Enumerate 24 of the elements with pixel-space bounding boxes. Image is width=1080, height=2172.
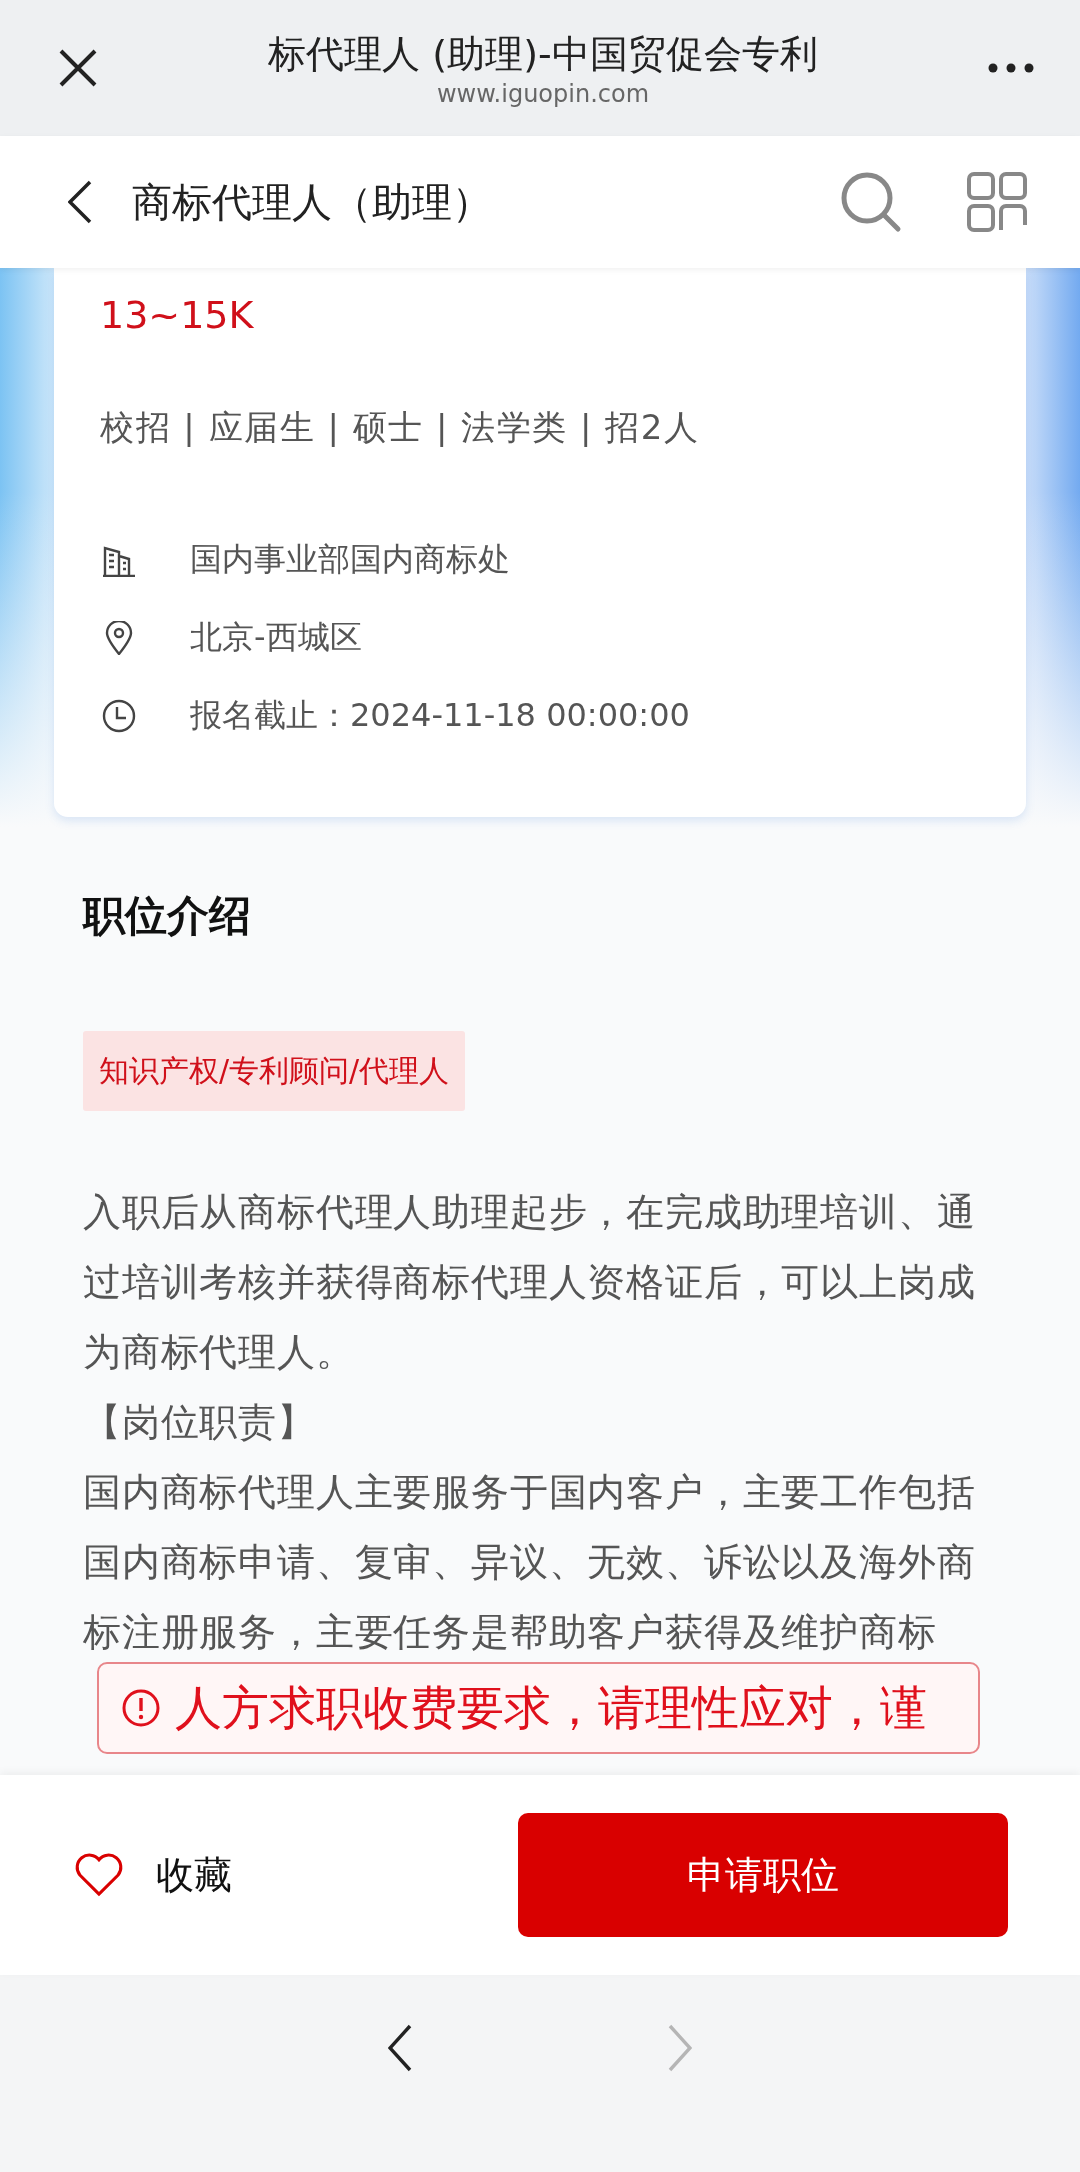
description-text: 入职后从商标代理人助理起步，在完成助理培训、通过培训考核并获得商标代理人资格证后，可以上岗成为商标代理人。 [83, 1189, 977, 1376]
page-title: 标代理人 (助理)-中国贸促会专利 [268, 31, 818, 78]
description-text: 【岗位职责】 [83, 1399, 317, 1446]
info-text: 报名截止：2024-11-18 00:00:00 [190, 695, 690, 736]
description-text: 国内商标代理人主要服务于国内客户，主要工作包括国内商标申请、复审、异议、无效、诉讼以及海外商标注册服务，主要任务是帮助客户获得及维护商标 [83, 1469, 977, 1656]
grid-icon[interactable] [966, 171, 1028, 233]
warning-text: 人方求职收费要求，请理性应对，谨 [175, 1678, 927, 1737]
header-title: 商标代理人（助理） [132, 177, 493, 227]
apply-button[interactable]: 申请职位 [518, 1813, 1008, 1937]
warning-icon [121, 1688, 161, 1728]
favorite-button[interactable]: 收藏 [74, 1849, 232, 1901]
back-icon[interactable] [388, 2024, 412, 2072]
info-text: 北京-西城区 [190, 617, 362, 658]
section-title: 职位介绍 [83, 890, 252, 942]
clock-icon [102, 699, 136, 733]
job-tags: 校招 | 应届生 | 硕士 | 法学类 | 招2人 [100, 404, 980, 450]
info-text: 国内事业部国内商标处 [190, 539, 510, 580]
more-icon[interactable] [988, 63, 1034, 73]
back-icon[interactable] [68, 180, 92, 224]
page-url: www.iguopin.com [436, 79, 650, 110]
salary-text: 13~15K [100, 292, 255, 338]
close-icon[interactable] [58, 48, 98, 88]
category-tag: 知识产权/专利顾问/代理人 [83, 1031, 466, 1111]
search-icon[interactable] [840, 171, 902, 233]
